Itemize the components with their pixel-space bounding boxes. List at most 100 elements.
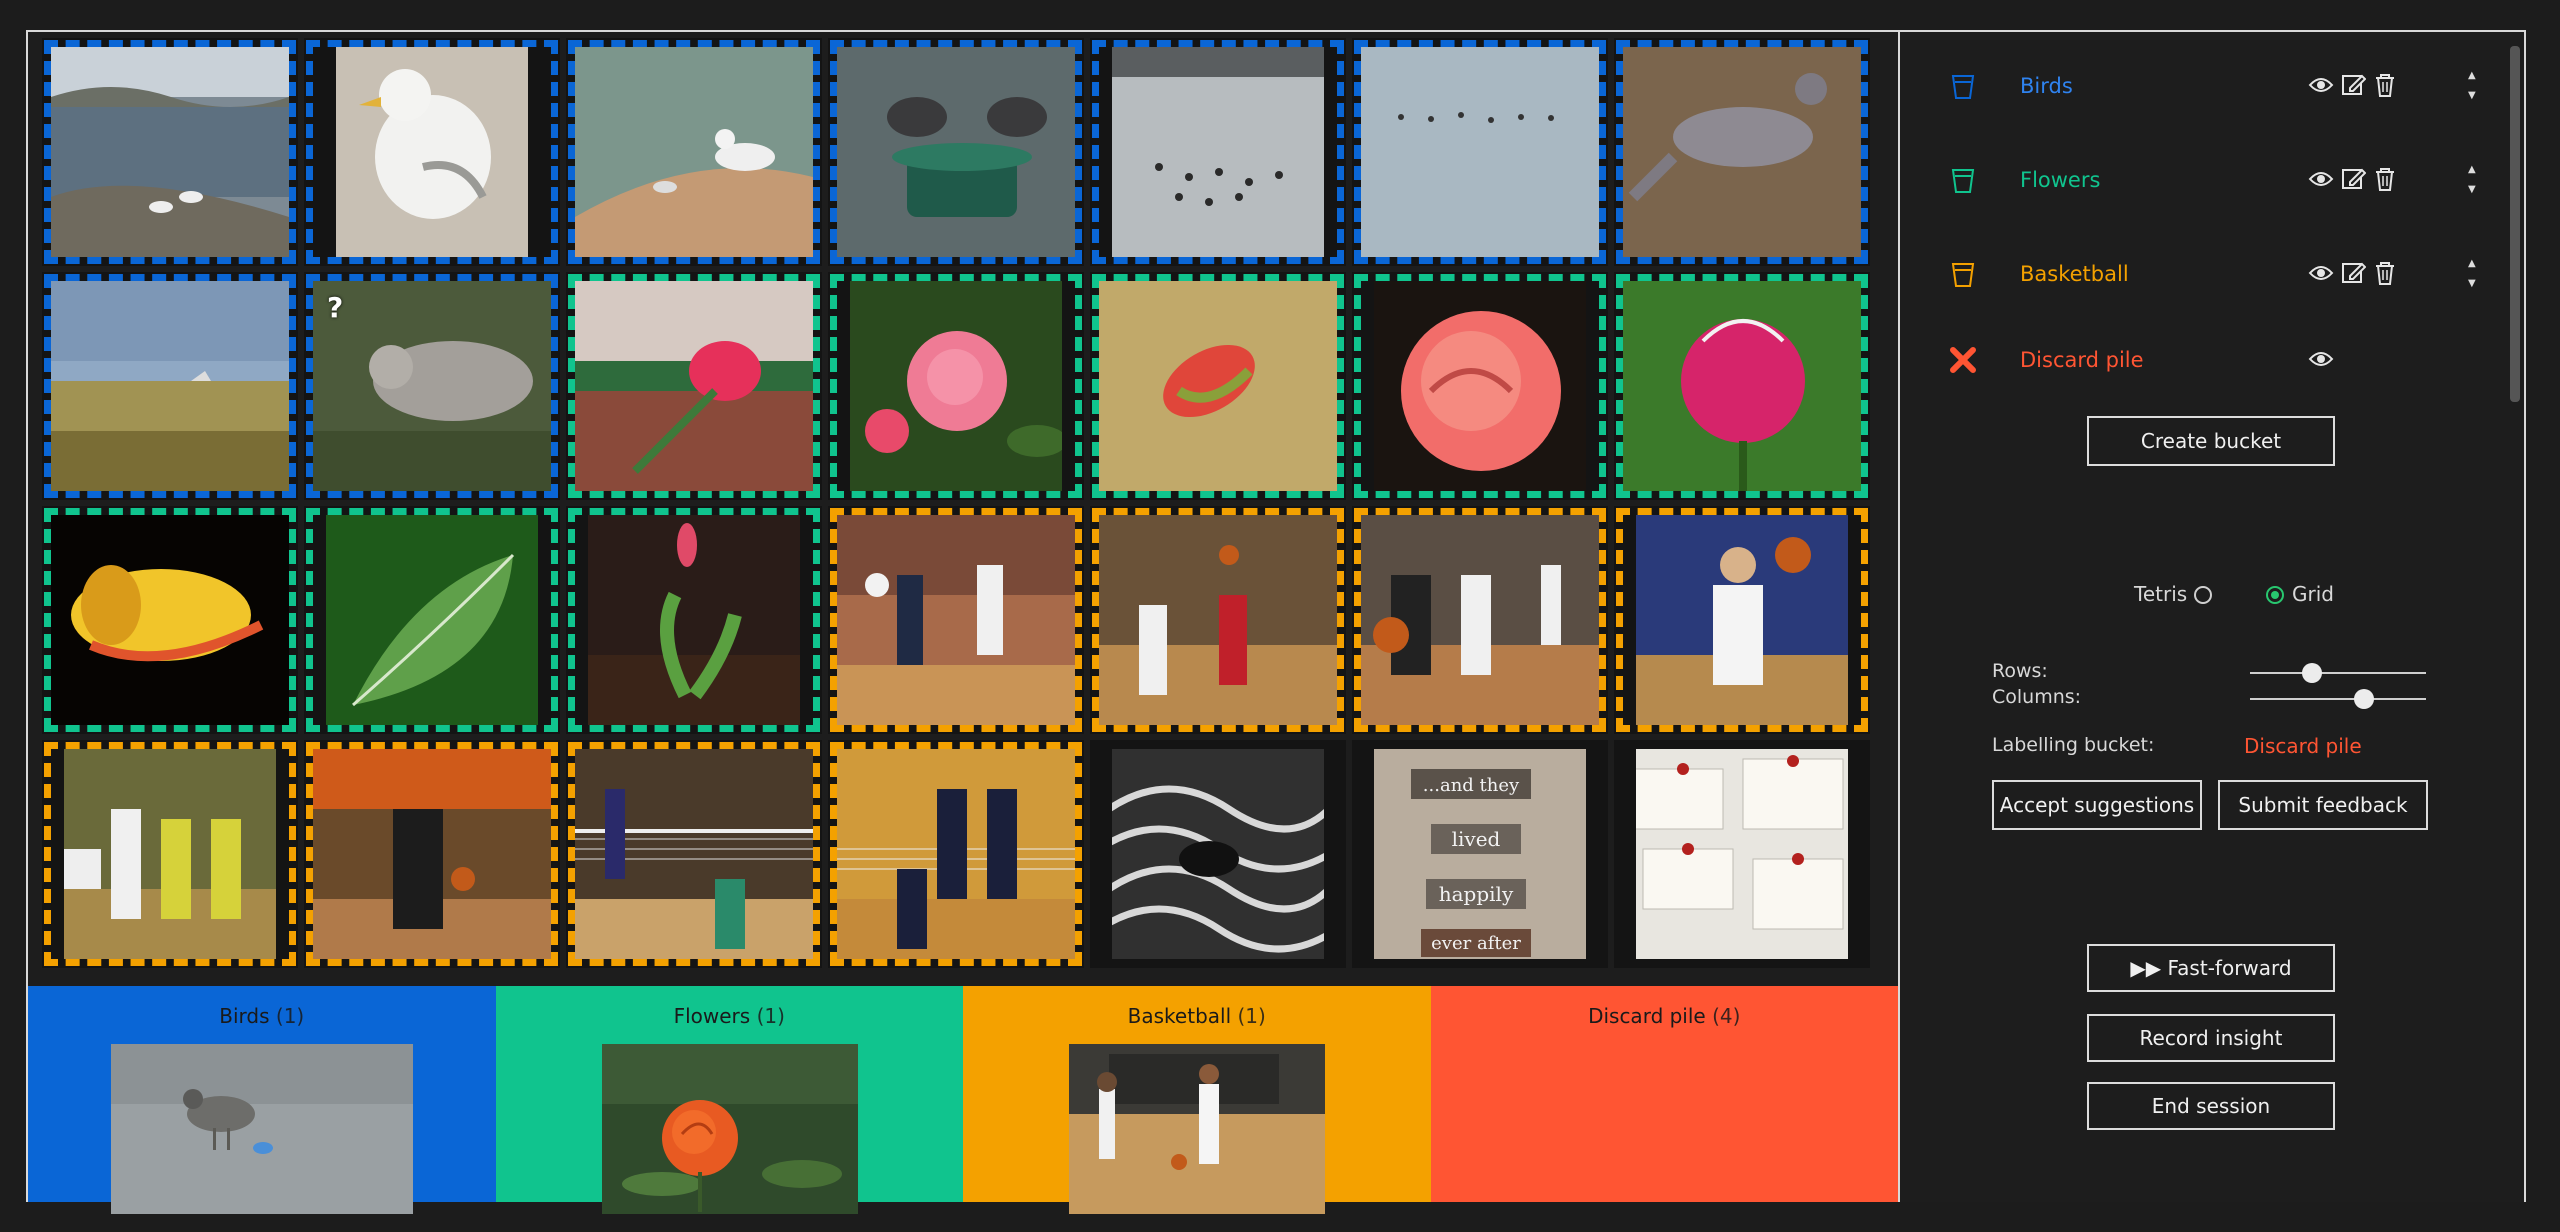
scrollbar-thumb[interactable] (2510, 46, 2520, 402)
columns-slider[interactable] (2250, 689, 2426, 709)
tile-bucket-border (830, 508, 1082, 732)
tile-bucket-border (830, 274, 1082, 498)
bucket-name[interactable]: Basketball (2020, 262, 2129, 286)
tile-bucket-border (830, 40, 1082, 264)
image-tile[interactable] (1614, 272, 1870, 500)
submit-feedback-button[interactable]: Submit feedback (2218, 780, 2428, 830)
move-up-arrow-icon[interactable]: ▲ (2468, 66, 2476, 86)
image-tile[interactable] (566, 506, 822, 734)
image-tile[interactable] (1614, 38, 1870, 266)
tile-bucket-border (568, 508, 820, 732)
move-down-arrow-icon[interactable]: ▼ (2468, 86, 2476, 106)
edit-icon[interactable] (2340, 258, 2367, 288)
bucket-name[interactable]: Flowers (2020, 168, 2100, 192)
bucket-discard-title: Discard pile (4) (1588, 1004, 1741, 1028)
bucket-flowers[interactable]: Flowers (1) (495, 986, 963, 1214)
image-tile[interactable] (304, 740, 560, 968)
bucket-name[interactable]: Birds (2020, 74, 2073, 98)
image-tile[interactable]: ? (304, 272, 560, 500)
bucket-birds-title: Birds (1) (219, 1004, 305, 1028)
bucket-basketball-thumbnail[interactable] (1069, 1044, 1325, 1214)
eye-icon[interactable] (2308, 70, 2334, 100)
edit-icon[interactable] (2340, 164, 2367, 194)
labelling-bucket-value[interactable]: Discard pile (2244, 734, 2362, 758)
trash-icon[interactable] (2372, 70, 2398, 100)
image-tile[interactable] (566, 272, 822, 500)
eye-icon[interactable] (2308, 258, 2334, 288)
tile-bucket-border (1616, 742, 1868, 966)
image-tile[interactable] (1090, 38, 1346, 266)
image-tile[interactable] (1352, 272, 1608, 500)
bucket-basketball[interactable]: Basketball (1) (963, 986, 1431, 1214)
image-tile[interactable] (566, 740, 822, 968)
image-tile[interactable] (1614, 506, 1870, 734)
move-up-arrow-icon[interactable]: ▲ (2468, 160, 2476, 180)
tile-bucket-border (1092, 508, 1344, 732)
trash-icon[interactable] (2372, 164, 2398, 194)
image-tile[interactable] (828, 506, 1084, 734)
image-tile[interactable] (828, 740, 1084, 968)
bucket-discard[interactable]: Discard pile (4) (1430, 986, 1898, 1202)
rows-slider-knob[interactable] (2301, 663, 2322, 683)
tile-bucket-border (44, 742, 296, 966)
end-session-button[interactable]: End session (2087, 1082, 2335, 1130)
image-tile[interactable] (828, 38, 1084, 266)
tile-bucket-border (1354, 40, 1606, 264)
move-down-arrow-icon[interactable]: ▼ (2468, 274, 2476, 294)
image-tile[interactable] (1090, 272, 1346, 500)
move-down-arrow-icon[interactable]: ▼ (2468, 180, 2476, 200)
columns-label: Columns: (1992, 686, 2082, 708)
trash-icon[interactable] (2372, 258, 2398, 288)
tetris-label: Tetris (2134, 582, 2188, 606)
tile-bucket-border (1616, 508, 1868, 732)
image-tile[interactable] (1614, 740, 1870, 968)
tile-bucket-border (44, 508, 296, 732)
tile-bucket-border (44, 274, 296, 498)
tile-bucket-border (306, 40, 558, 264)
rows-slider[interactable] (2250, 663, 2426, 683)
tile-bucket-border (306, 742, 558, 966)
rows-label: Rows: (1992, 660, 2048, 682)
tile-bucket-border (1354, 508, 1606, 732)
move-up-arrow-icon[interactable]: ▲ (2468, 254, 2476, 274)
columns-slider-knob[interactable] (2354, 689, 2375, 709)
tile-bucket-border (568, 274, 820, 498)
create-bucket-button[interactable]: Create bucket (2087, 416, 2335, 466)
bucket-flowers-thumbnail[interactable] (601, 1044, 858, 1214)
image-tile[interactable] (304, 506, 560, 734)
bucket-birds-thumbnail[interactable] (111, 1044, 413, 1214)
image-tile[interactable] (1090, 506, 1346, 734)
bucket-row-basketball[interactable]: Basketball ▲ ▼ (1900, 254, 2500, 294)
accept-suggestions-button[interactable]: Accept suggestions (1992, 780, 2202, 830)
bucket-name[interactable]: Discard pile (2020, 348, 2144, 372)
edit-icon[interactable] (2340, 70, 2367, 100)
image-tile[interactable] (566, 38, 822, 266)
eye-icon[interactable] (2308, 164, 2334, 194)
image-tile[interactable] (42, 740, 298, 968)
record-insight-button[interactable]: Record insight (2087, 1014, 2335, 1062)
image-tile[interactable] (1352, 38, 1608, 266)
tetris-radio[interactable] (2194, 586, 2212, 604)
image-tile[interactable] (42, 272, 298, 500)
image-tile[interactable] (42, 506, 298, 734)
tile-bucket-border (1616, 274, 1868, 498)
grid-radio[interactable] (2266, 586, 2284, 604)
tile-bucket-border (1354, 742, 1606, 966)
bucket-row-flowers[interactable]: Flowers ▲ ▼ (1900, 160, 2500, 200)
image-tile[interactable] (1352, 506, 1608, 734)
bucket-birds[interactable]: Birds (1) (28, 986, 496, 1214)
fast-forward-button[interactable]: ▶▶ Fast-forward (2087, 944, 2335, 992)
image-tile[interactable] (828, 272, 1084, 500)
bucket-row-birds[interactable]: Birds ▲ ▼ (1900, 66, 2500, 106)
tile-bucket-border (1092, 742, 1344, 966)
image-tile[interactable] (304, 38, 560, 266)
sidebar-scrollbar[interactable] (2510, 46, 2520, 402)
image-tile[interactable] (1090, 740, 1346, 968)
eye-icon[interactable] (2308, 344, 2334, 374)
image-tile[interactable]: ...and they lived happily ever after (1352, 740, 1608, 968)
bucket-row-discard[interactable]: Discard pile (1900, 340, 2500, 380)
tile-bucket-border (1092, 40, 1344, 264)
tile-bucket-border (1092, 274, 1344, 498)
cross-icon (1950, 347, 1976, 373)
image-tile[interactable] (42, 38, 298, 266)
